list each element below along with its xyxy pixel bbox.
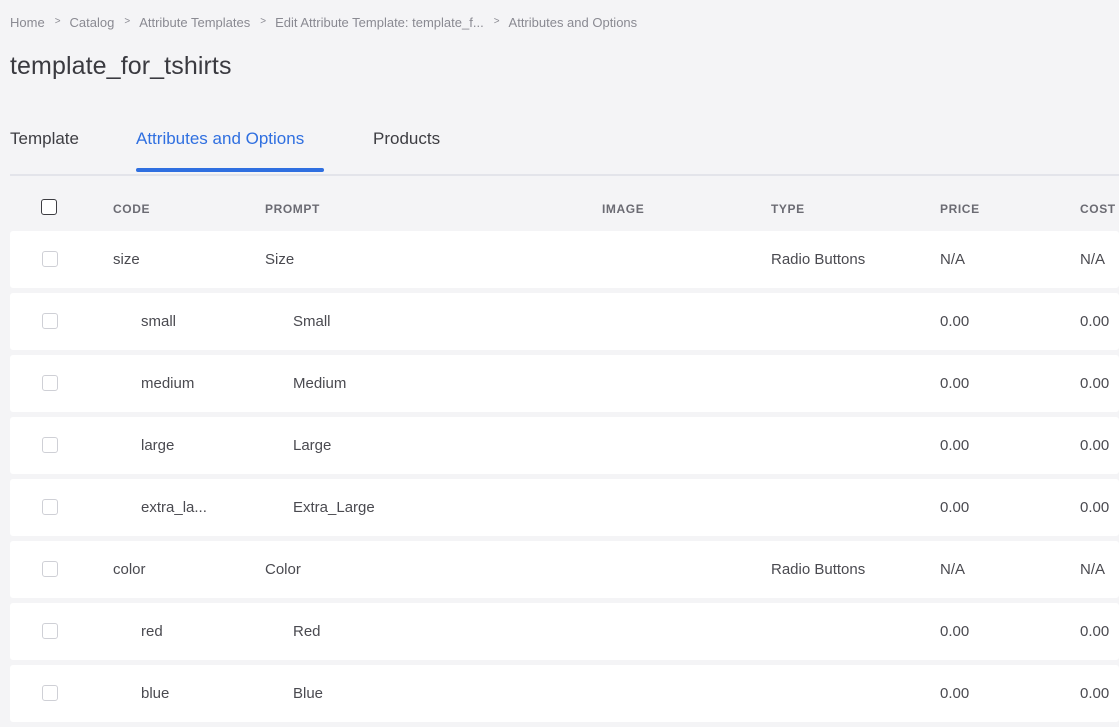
- cell-prompt: Blue: [293, 685, 324, 702]
- cell-code: red: [141, 623, 163, 640]
- tab-template[interactable]: Template: [10, 129, 79, 149]
- cell-cost: N/A: [1080, 561, 1106, 578]
- table-row-option[interactable]: blue Blue 0.00 0.00: [10, 665, 1119, 722]
- breadcrumb-edit-template[interactable]: Edit Attribute Template: template_f...: [275, 15, 484, 30]
- breadcrumb-current: Attributes and Options: [508, 15, 638, 30]
- cell-code: size: [113, 251, 140, 268]
- row-checkbox[interactable]: [42, 313, 58, 329]
- column-header-price[interactable]: PRICE: [940, 202, 980, 216]
- cell-type: Radio Buttons: [771, 561, 866, 578]
- cell-price: N/A: [940, 561, 966, 578]
- cell-cost: 0.00: [1080, 375, 1110, 392]
- tab-bar: Template Attributes and Options Products: [10, 118, 1119, 176]
- row-checkbox[interactable]: [42, 437, 58, 453]
- tab-products[interactable]: Products: [373, 129, 440, 149]
- column-header-code[interactable]: CODE: [113, 202, 150, 216]
- cell-price: 0.00: [940, 437, 970, 454]
- cell-cost: 0.00: [1080, 499, 1110, 516]
- tab-attributes-and-options[interactable]: Attributes and Options: [136, 129, 304, 149]
- row-checkbox[interactable]: [42, 685, 58, 701]
- table-row-attribute[interactable]: size Size Radio Buttons N/A N/A: [10, 231, 1119, 288]
- breadcrumb: Home > Catalog > Attribute Templates > E…: [10, 15, 637, 30]
- chevron-right-icon: >: [260, 16, 267, 27]
- cell-prompt: Medium: [293, 375, 347, 392]
- cell-cost: N/A: [1080, 251, 1106, 268]
- row-checkbox[interactable]: [42, 623, 58, 639]
- cell-price: 0.00: [940, 375, 970, 392]
- table-row-option[interactable]: small Small 0.00 0.00: [10, 293, 1119, 350]
- column-header-prompt[interactable]: PROMPT: [265, 202, 320, 216]
- row-checkbox[interactable]: [42, 561, 58, 577]
- cell-cost: 0.00: [1080, 623, 1110, 640]
- breadcrumb-attribute-templates[interactable]: Attribute Templates: [139, 15, 250, 30]
- cell-price: N/A: [940, 251, 966, 268]
- cell-price: 0.00: [940, 623, 970, 640]
- cell-cost: 0.00: [1080, 437, 1110, 454]
- table-row-option[interactable]: extra_la... Extra_Large 0.00 0.00: [10, 479, 1119, 536]
- chevron-right-icon: >: [54, 16, 61, 27]
- cell-price: 0.00: [940, 685, 970, 702]
- cell-cost: 0.00: [1080, 685, 1110, 702]
- row-checkbox[interactable]: [42, 375, 58, 391]
- row-checkbox[interactable]: [42, 251, 58, 267]
- table-row-attribute[interactable]: color Color Radio Buttons N/A N/A: [10, 541, 1119, 598]
- select-all-checkbox[interactable]: [41, 199, 57, 215]
- cell-cost: 0.00: [1080, 313, 1110, 330]
- cell-prompt: Size: [265, 251, 295, 268]
- table-header: CODE PROMPT IMAGE TYPE PRICE COST: [10, 175, 1119, 231]
- cell-code: medium: [141, 375, 195, 392]
- cell-prompt: Large: [293, 437, 332, 454]
- column-header-cost[interactable]: COST: [1080, 202, 1116, 216]
- cell-prompt: Color: [265, 561, 301, 578]
- cell-price: 0.00: [940, 499, 970, 516]
- row-checkbox[interactable]: [42, 499, 58, 515]
- breadcrumb-home[interactable]: Home: [10, 15, 45, 30]
- table-body: size Size Radio Buttons N/A N/A small Small 0.0…: [10, 231, 1119, 722]
- cell-code: blue: [141, 685, 170, 702]
- cell-code: extra_la...: [141, 499, 207, 516]
- breadcrumb-catalog[interactable]: Catalog: [70, 15, 115, 30]
- table-row-option[interactable]: red Red 0.00 0.00: [10, 603, 1119, 660]
- chevron-right-icon: >: [124, 16, 131, 27]
- table-row-option[interactable]: medium Medium 0.00 0.00: [10, 355, 1119, 412]
- cell-price: 0.00: [940, 313, 970, 330]
- attributes-table: CODE PROMPT IMAGE TYPE PRICE COST size Si…: [10, 175, 1119, 727]
- cell-type: Radio Buttons: [771, 251, 866, 268]
- cell-code: large: [141, 437, 175, 454]
- cell-code: color: [113, 561, 146, 578]
- cell-prompt: Red: [293, 623, 321, 640]
- page-title: template_for_tshirts: [10, 52, 232, 80]
- column-header-image: IMAGE: [602, 202, 645, 216]
- cell-prompt: Small: [293, 313, 331, 330]
- active-tab-indicator: [136, 168, 324, 172]
- chevron-right-icon: >: [493, 16, 500, 27]
- column-header-type[interactable]: TYPE: [771, 202, 805, 216]
- cell-code: small: [141, 313, 177, 330]
- cell-prompt: Extra_Large: [293, 499, 375, 516]
- table-row-option[interactable]: large Large 0.00 0.00: [10, 417, 1119, 474]
